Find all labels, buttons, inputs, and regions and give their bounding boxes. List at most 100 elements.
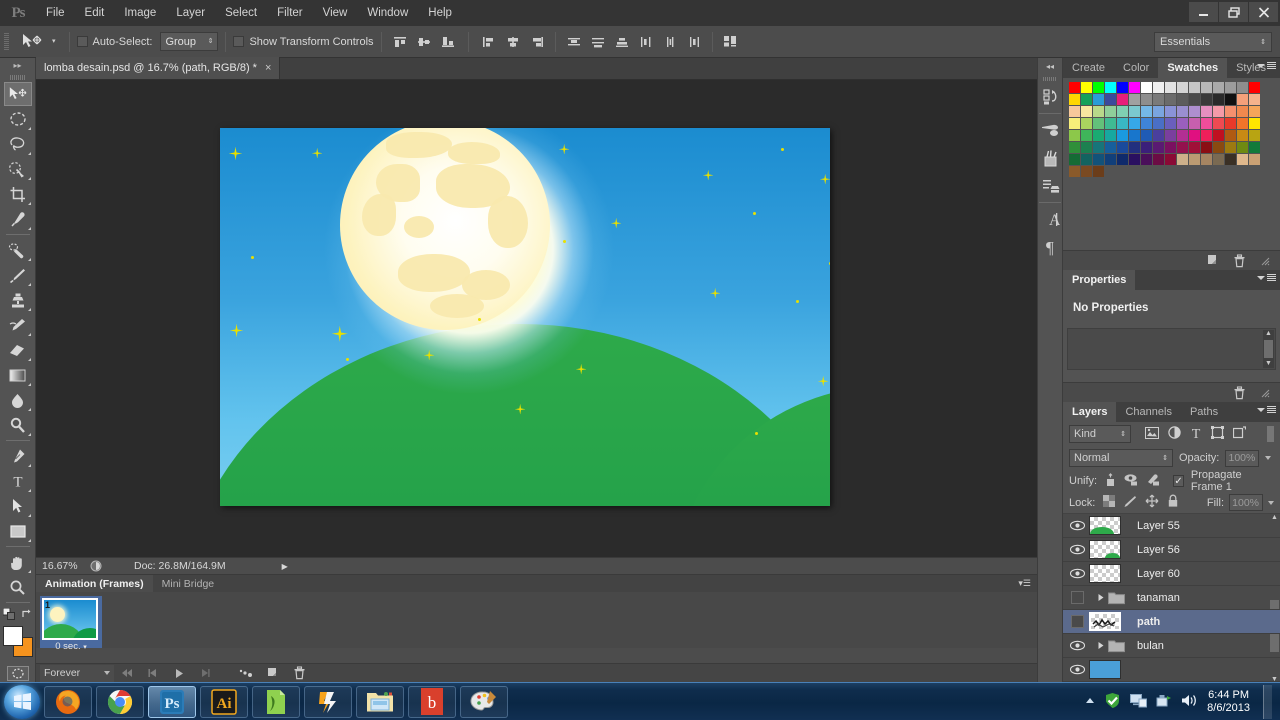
swatch-cell[interactable] (1189, 106, 1200, 117)
animation-frames-strip[interactable]: 1 0 sec. ▾ (36, 592, 1037, 652)
dock-grip[interactable] (1038, 74, 1062, 83)
layer-visibility-toggle[interactable] (1065, 664, 1089, 675)
animation-frame[interactable]: 1 0 sec. ▾ (40, 596, 102, 652)
swatch-cell[interactable] (1081, 94, 1092, 105)
swatch-cell[interactable] (1069, 118, 1080, 129)
distribute-top-edges-icon[interactable] (563, 31, 585, 53)
safely-remove-hardware-icon[interactable] (1156, 693, 1172, 712)
minimize-icon[interactable] (1189, 2, 1218, 22)
explorer-taskbar-icon[interactable] (356, 685, 404, 718)
lasso-tool[interactable] (4, 132, 32, 156)
unify-style-icon[interactable] (1146, 473, 1160, 489)
dodge-tool[interactable] (4, 413, 32, 437)
layer-visibility-toggle[interactable] (1065, 591, 1089, 604)
winamp-taskbar-icon[interactable] (304, 685, 352, 718)
show-hidden-icons-icon[interactable] (1085, 696, 1095, 708)
table-row[interactable]: tanaman (1063, 586, 1280, 610)
layer-filter-kind-dropdown[interactable]: Kind ⇕ (1069, 425, 1131, 443)
swatch-cell[interactable] (1225, 130, 1236, 141)
swatch-cell[interactable] (1117, 94, 1128, 105)
history-brush-tool[interactable] (4, 313, 32, 337)
distribute-right-edges-icon[interactable] (683, 31, 705, 53)
move-tool[interactable] (3, 82, 32, 106)
layer-visibility-toggle[interactable] (1065, 640, 1089, 651)
swatch-cell[interactable] (1141, 82, 1152, 93)
swatch-cell[interactable] (1093, 118, 1104, 129)
swatch-cell[interactable] (1213, 94, 1224, 105)
swatch-cell[interactable] (1225, 154, 1236, 165)
swatch-cell[interactable] (1237, 118, 1248, 129)
close-icon[interactable] (1249, 2, 1278, 22)
align-right-edges-icon[interactable] (526, 31, 548, 53)
properties-scrollbar[interactable]: ▲ ▼ (1263, 330, 1274, 368)
delete-swatch-icon[interactable] (1232, 253, 1246, 268)
swatch-cell[interactable] (1129, 130, 1140, 141)
panel-resize-grip[interactable] (1258, 254, 1272, 268)
swatch-cell[interactable] (1069, 130, 1080, 141)
swatch-cell[interactable] (1165, 130, 1176, 141)
volume-icon[interactable] (1181, 693, 1198, 711)
tab-layers[interactable]: Layers (1063, 402, 1117, 422)
options-bar-grip[interactable] (4, 32, 9, 51)
swatch-cell[interactable] (1213, 118, 1224, 129)
expand-arrow-icon[interactable]: ▶ (282, 562, 288, 571)
paint-taskbar-icon[interactable] (460, 685, 508, 718)
collapse-to-icons-icon[interactable]: ◂◂ (1038, 58, 1062, 74)
swatches-panel-body[interactable] (1063, 78, 1280, 250)
swatch-cell[interactable] (1129, 94, 1140, 105)
duplicate-frame-icon[interactable] (260, 664, 286, 683)
swatch-cell[interactable] (1141, 94, 1152, 105)
filter-adjustment-icon[interactable] (1168, 426, 1181, 442)
swatch-cell[interactable] (1249, 106, 1260, 117)
brush-presets-icon[interactable] (1038, 116, 1064, 144)
chrome-taskbar-icon[interactable] (96, 685, 144, 718)
layer-thumbnail[interactable] (1089, 660, 1131, 679)
swatch-cell[interactable] (1141, 154, 1152, 165)
swatch-cell[interactable] (1093, 82, 1104, 93)
swatch-cell[interactable] (1069, 106, 1080, 117)
swatch-cell[interactable] (1165, 154, 1176, 165)
swatch-cell[interactable] (1141, 130, 1152, 141)
swatches-panel-menu-icon[interactable] (1257, 62, 1276, 70)
auto-select-scope-dropdown[interactable]: Group ⇕ (160, 32, 219, 51)
lock-all-icon[interactable] (1167, 494, 1179, 511)
rectangular-marquee-tool[interactable] (4, 107, 32, 131)
swatch-cell[interactable] (1117, 154, 1128, 165)
layer-visibility-toggle[interactable] (1065, 544, 1089, 555)
swatch-cell[interactable] (1129, 118, 1140, 129)
swatch-cell[interactable] (1165, 118, 1176, 129)
crop-tool[interactable] (4, 182, 32, 206)
layer-name[interactable]: Layer 55 (1131, 520, 1180, 532)
pen-tool[interactable] (4, 444, 32, 468)
eyedropper-tool[interactable] (4, 207, 32, 231)
swatch-cell[interactable] (1129, 106, 1140, 117)
swatch-cell[interactable] (1177, 154, 1188, 165)
layer-list[interactable]: ▲ ▼ Layer 55 Layer 56 Layer 60 tanaman p… (1063, 514, 1280, 684)
unify-position-icon[interactable] (1104, 472, 1117, 490)
swatch-cell[interactable] (1165, 106, 1176, 117)
quick-mask-icon[interactable] (6, 664, 29, 682)
illustrator-taskbar-icon[interactable]: Ai (200, 685, 248, 718)
swatch-cell[interactable] (1117, 82, 1128, 93)
swatch-cell[interactable] (1213, 154, 1224, 165)
layers-panel-menu-icon[interactable] (1257, 406, 1276, 414)
play-animation-icon[interactable] (166, 664, 192, 683)
layer-name[interactable]: bulan (1131, 640, 1164, 652)
swatch-cell[interactable] (1153, 142, 1164, 153)
clone-source-icon[interactable] (1038, 172, 1064, 200)
swatch-cell[interactable] (1069, 142, 1080, 153)
swatch-cell[interactable] (1093, 142, 1104, 153)
table-row[interactable]: Layer 55 (1063, 514, 1280, 538)
menu-file[interactable]: File (36, 0, 75, 26)
animation-panel-menu-icon[interactable]: ▾☰ (1018, 578, 1031, 589)
gradient-tool[interactable] (4, 363, 32, 387)
swatch-cell[interactable] (1129, 142, 1140, 153)
swatch-cell[interactable] (1225, 106, 1236, 117)
default-colors-icon[interactable] (2, 607, 16, 621)
swatch-cell[interactable] (1237, 154, 1248, 165)
toolbox-grip[interactable] (0, 72, 35, 82)
swatch-cell[interactable] (1249, 82, 1260, 93)
layer-name[interactable]: tanaman (1131, 592, 1180, 604)
swatch-cell[interactable] (1153, 154, 1164, 165)
swatch-cell[interactable] (1105, 154, 1116, 165)
